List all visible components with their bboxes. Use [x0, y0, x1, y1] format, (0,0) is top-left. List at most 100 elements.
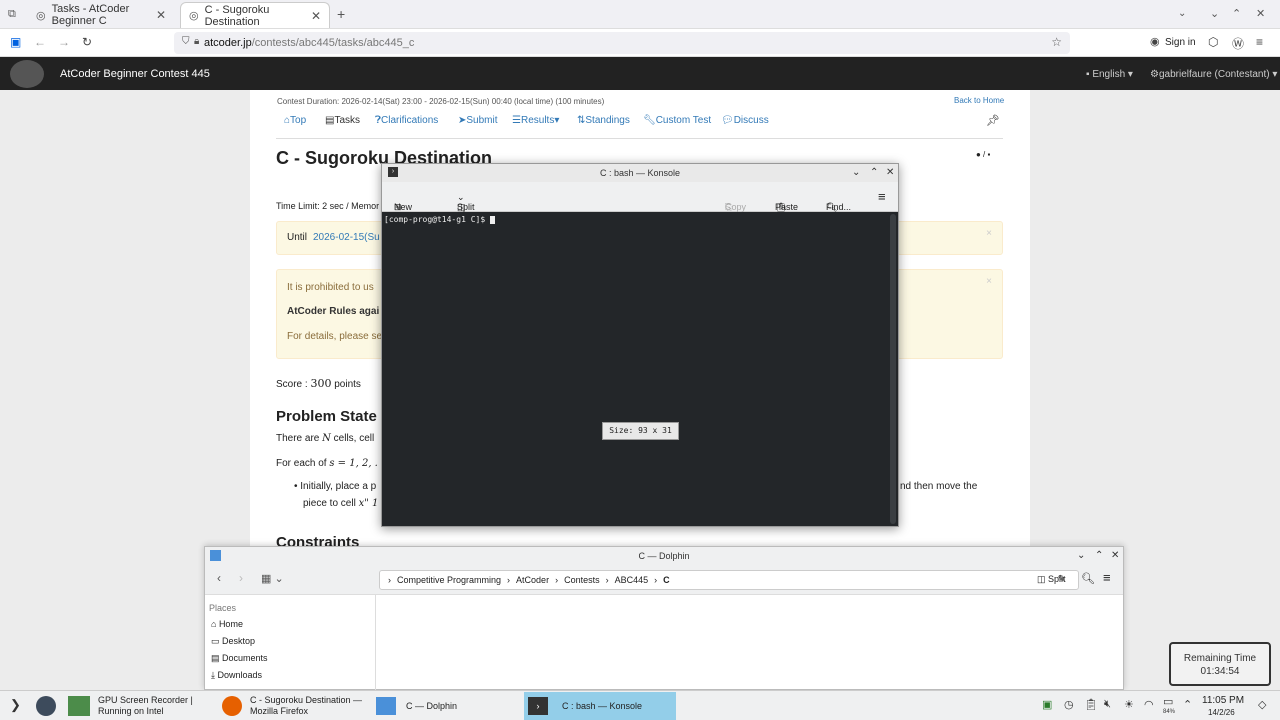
- minimize-icon[interactable]: ⌄: [1077, 547, 1085, 565]
- maximize-icon[interactable]: ⌃: [1095, 547, 1103, 565]
- clipboard-icon[interactable]: 📋︎: [1084, 698, 1098, 711]
- close-window-icon[interactable]: ✕: [1256, 7, 1265, 20]
- split-button[interactable]: ◫ Split: [1037, 574, 1066, 585]
- recorder-tray-icon[interactable]: ▣: [1042, 698, 1052, 711]
- sidebar-icon[interactable]: ▣: [10, 35, 21, 49]
- clock-time[interactable]: 11:05 PM: [1202, 695, 1244, 706]
- menu-icon[interactable]: ≡: [1256, 35, 1263, 49]
- wifi-icon[interactable]: ◠: [1144, 698, 1154, 711]
- bookmark-star-icon[interactable]: ☆: [1051, 35, 1062, 49]
- hamburger-menu-icon[interactable]: ≡: [878, 189, 886, 204]
- firefox-tab-icon: ◎: [36, 9, 46, 22]
- chevron-down-icon[interactable]: ⌄: [1178, 8, 1186, 19]
- results-icon: ☰: [512, 115, 521, 126]
- breadcrumb-item[interactable]: ABC445: [615, 575, 649, 585]
- atcoder-logo[interactable]: [10, 60, 44, 88]
- brightness-icon[interactable]: ☀: [1124, 698, 1134, 711]
- dolphin-window[interactable]: C — Dolphin ⌄ ⌃ ✕ ‹ › ▦ ⌄ › Competitive …: [204, 546, 1124, 691]
- places-panel: Places ⌂ Home ▭ Desktop ▤ Documents ⤓ Do…: [205, 595, 376, 691]
- clock-date[interactable]: 14/2/26: [1208, 708, 1235, 717]
- nav-clarifications[interactable]: ❓︎Clarifications: [375, 115, 438, 126]
- close-icon[interactable]: ✕: [156, 8, 166, 22]
- close-icon[interactable]: ✕: [1111, 547, 1119, 565]
- hamburger-menu-icon[interactable]: ≡: [1103, 570, 1111, 585]
- forward-icon[interactable]: →: [58, 35, 70, 49]
- place-desktop[interactable]: ▭ Desktop: [211, 636, 255, 647]
- contest-title[interactable]: AtCoder Beginner Contest 445: [60, 68, 210, 80]
- account-icon[interactable]: ◉: [1150, 35, 1160, 48]
- nav-submit[interactable]: ➤Submit: [458, 115, 498, 126]
- battery-icon[interactable]: ▭: [1163, 695, 1173, 708]
- taskbar-item-dolphin[interactable]: C — Dolphin: [372, 692, 522, 720]
- back-to-home-link[interactable]: Back to Home: [954, 96, 1004, 105]
- extensions-icon[interactable]: ⬡: [1208, 35, 1218, 49]
- tray-expand-icon[interactable]: ⌃: [1183, 698, 1192, 711]
- close-icon[interactable]: ✕: [886, 164, 894, 182]
- tab-list-icon[interactable]: ⧉: [8, 8, 16, 21]
- taskbar-item-gpu-recorder[interactable]: GPU Screen Recorder | Running on Intel: [64, 692, 214, 720]
- konsole-window[interactable]: › C : bash — Konsole ⌄ ⌃ ✕ ⊞ New Tab ◫ S…: [381, 163, 899, 527]
- close-icon[interactable]: ×: [986, 228, 992, 239]
- taskbar-item-konsole[interactable]: › C : bash — Konsole: [524, 692, 676, 720]
- tab-sugoroku[interactable]: ◎ C - Sugoroku Destination ✕: [180, 2, 330, 28]
- close-icon[interactable]: ×: [986, 276, 992, 287]
- nav-top[interactable]: ⌂Top: [284, 115, 306, 126]
- breadcrumb[interactable]: › Competitive Programming › AtCoder › Co…: [379, 570, 1079, 590]
- show-desktop-icon[interactable]: ◇: [1258, 698, 1266, 711]
- konsole-title: C : bash — Konsole: [599, 168, 681, 178]
- reload-icon[interactable]: ↻: [82, 35, 92, 49]
- sign-in-link[interactable]: Sign in: [1165, 37, 1196, 48]
- place-downloads[interactable]: ⤓ Downloads: [211, 670, 262, 681]
- ubuntu-icon[interactable]: [36, 696, 56, 716]
- breadcrumb-item[interactable]: Competitive Programming: [397, 575, 501, 585]
- split-view-button[interactable]: ◫ Split View ⌄: [457, 192, 476, 222]
- minimize-icon[interactable]: ⌄: [852, 164, 860, 182]
- nav-custom-test[interactable]: 🔧︎Custom Test: [643, 115, 711, 126]
- forward-icon[interactable]: ›: [239, 571, 243, 585]
- language-selector[interactable]: ▪ English ▾: [1086, 69, 1133, 80]
- breadcrumb-item[interactable]: AtCoder: [516, 575, 549, 585]
- breadcrumb-item[interactable]: C: [663, 575, 670, 585]
- pin-icon[interactable]: 📌︎: [986, 114, 1000, 127]
- breadcrumb-item[interactable]: Contests: [564, 575, 600, 585]
- taskbar: ❯ GPU Screen Recorder | Running on Intel …: [0, 690, 1280, 720]
- terminal-scrollbar[interactable]: [890, 214, 896, 524]
- place-documents[interactable]: ▤ Documents: [211, 653, 268, 664]
- bullet-line-2: piece to cell x" 1: [303, 498, 379, 509]
- split-icon: ◫: [1037, 574, 1049, 584]
- nav-discuss[interactable]: 💬︎Discuss: [721, 115, 769, 126]
- back-icon[interactable]: ←: [34, 35, 46, 49]
- tab-tasks[interactable]: ◎ Tasks - AtCoder Beginner C ✕: [28, 2, 174, 28]
- nav-standings[interactable]: ⇅Standings: [577, 115, 630, 126]
- app-launcher-icon[interactable]: ❯: [10, 697, 21, 713]
- chevron-right-icon: ›: [388, 575, 391, 585]
- view-mode-icon[interactable]: ▦ ⌄: [261, 572, 284, 585]
- user-menu[interactable]: ⚙gabrielfaure (Contestant) ▾: [1150, 69, 1277, 80]
- place-home[interactable]: ⌂ Home: [211, 619, 243, 629]
- close-icon[interactable]: ✕: [311, 9, 321, 23]
- url-bar[interactable]: ⛉ 🔒︎ atcoder.jp/contests/abc445/tasks/ab…: [174, 32, 1070, 54]
- profile-icon[interactable]: Ⓦ: [1232, 35, 1244, 52]
- folder-icon: [376, 697, 396, 715]
- mute-icon[interactable]: 🔇︎: [1104, 698, 1111, 711]
- terminal-icon: ›: [528, 697, 548, 715]
- nav-divider: [276, 138, 1003, 139]
- konsole-titlebar[interactable]: › C : bash — Konsole ⌄ ⌃ ✕: [382, 164, 898, 182]
- search-icon[interactable]: 🔍︎: [1081, 572, 1095, 585]
- until-date[interactable]: 2026-02-15(Su: [313, 232, 380, 243]
- maximize-icon[interactable]: ⌃: [870, 164, 878, 182]
- taskbar-item-firefox[interactable]: C - Sugoroku Destination — Mozilla Firefo…: [218, 692, 368, 720]
- nav-tasks[interactable]: ▤Tasks: [325, 115, 360, 126]
- terminal-area[interactable]: [comp-prog@t14-g1 C]$ Size: 93 x 31: [382, 212, 890, 526]
- wrench-icon: 🔧︎: [643, 115, 656, 126]
- dolphin-titlebar[interactable]: C — Dolphin ⌄ ⌃ ✕: [205, 547, 1123, 565]
- recorder-icon: [68, 696, 90, 716]
- url-host: atcoder.jp: [204, 37, 252, 49]
- maximize-icon[interactable]: ⌃: [1232, 7, 1241, 20]
- minimize-icon[interactable]: ⌄: [1210, 7, 1219, 20]
- clock-tray-icon[interactable]: ◷: [1064, 698, 1074, 711]
- nav-results[interactable]: ☰Results▾: [512, 115, 559, 126]
- back-icon[interactable]: ‹: [217, 571, 221, 585]
- language-flags[interactable]: ● / ▪: [976, 150, 990, 159]
- new-tab-icon[interactable]: +: [337, 6, 345, 22]
